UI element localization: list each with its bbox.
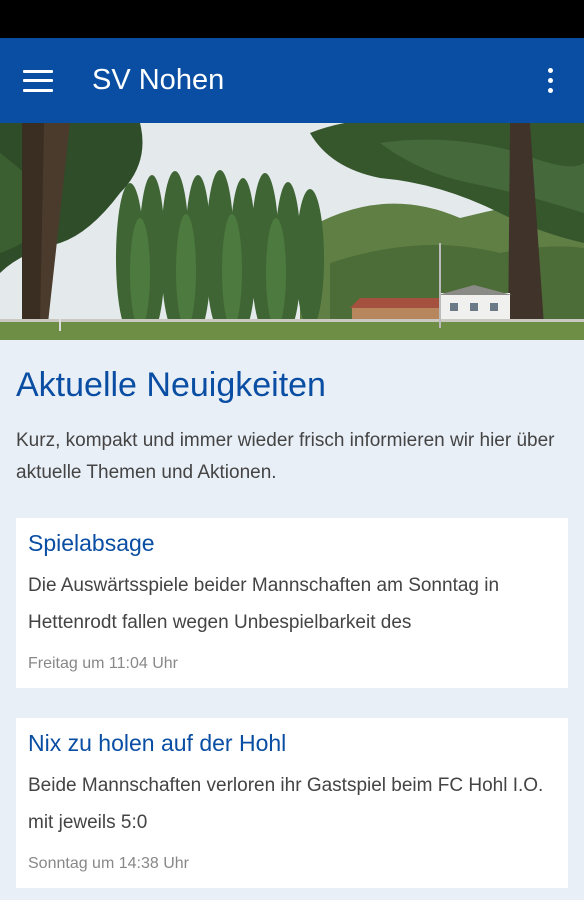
news-date: Sonntag um 14:38 Uhr bbox=[28, 855, 189, 872]
hamburger-menu-icon bbox=[23, 69, 53, 92]
news-date: Freitag um 11:04 Uhr bbox=[28, 655, 178, 672]
more-options-button[interactable] bbox=[530, 51, 570, 111]
news-title: Nix zu holen auf der Hohl bbox=[28, 730, 287, 756]
news-excerpt: Beide Mannschaften verloren ihr Gastspie… bbox=[28, 775, 544, 833]
news-excerpt: Die Auswärtsspiele beider Mannschaften a… bbox=[28, 575, 500, 633]
hero-image bbox=[0, 123, 584, 340]
status-bar bbox=[0, 0, 584, 38]
section-intro: Kurz, kompakt und immer wieder frisch in… bbox=[16, 430, 555, 483]
section-title: Aktuelle Neuigkeiten bbox=[16, 366, 326, 404]
menu-button[interactable] bbox=[0, 38, 86, 123]
news-card[interactable]: Spielabsage Die Auswärtsspiele beider Ma… bbox=[16, 518, 568, 688]
main-content: Aktuelle Neuigkeiten Kurz, kompakt und i… bbox=[0, 340, 584, 888]
app-title: SV Nohen bbox=[92, 64, 225, 96]
app-bar: SV Nohen bbox=[0, 38, 584, 123]
more-vert-icon bbox=[547, 68, 553, 93]
news-card[interactable]: Nix zu holen auf der Hohl Beide Mannscha… bbox=[16, 718, 568, 888]
news-title: Spielabsage bbox=[28, 530, 155, 556]
